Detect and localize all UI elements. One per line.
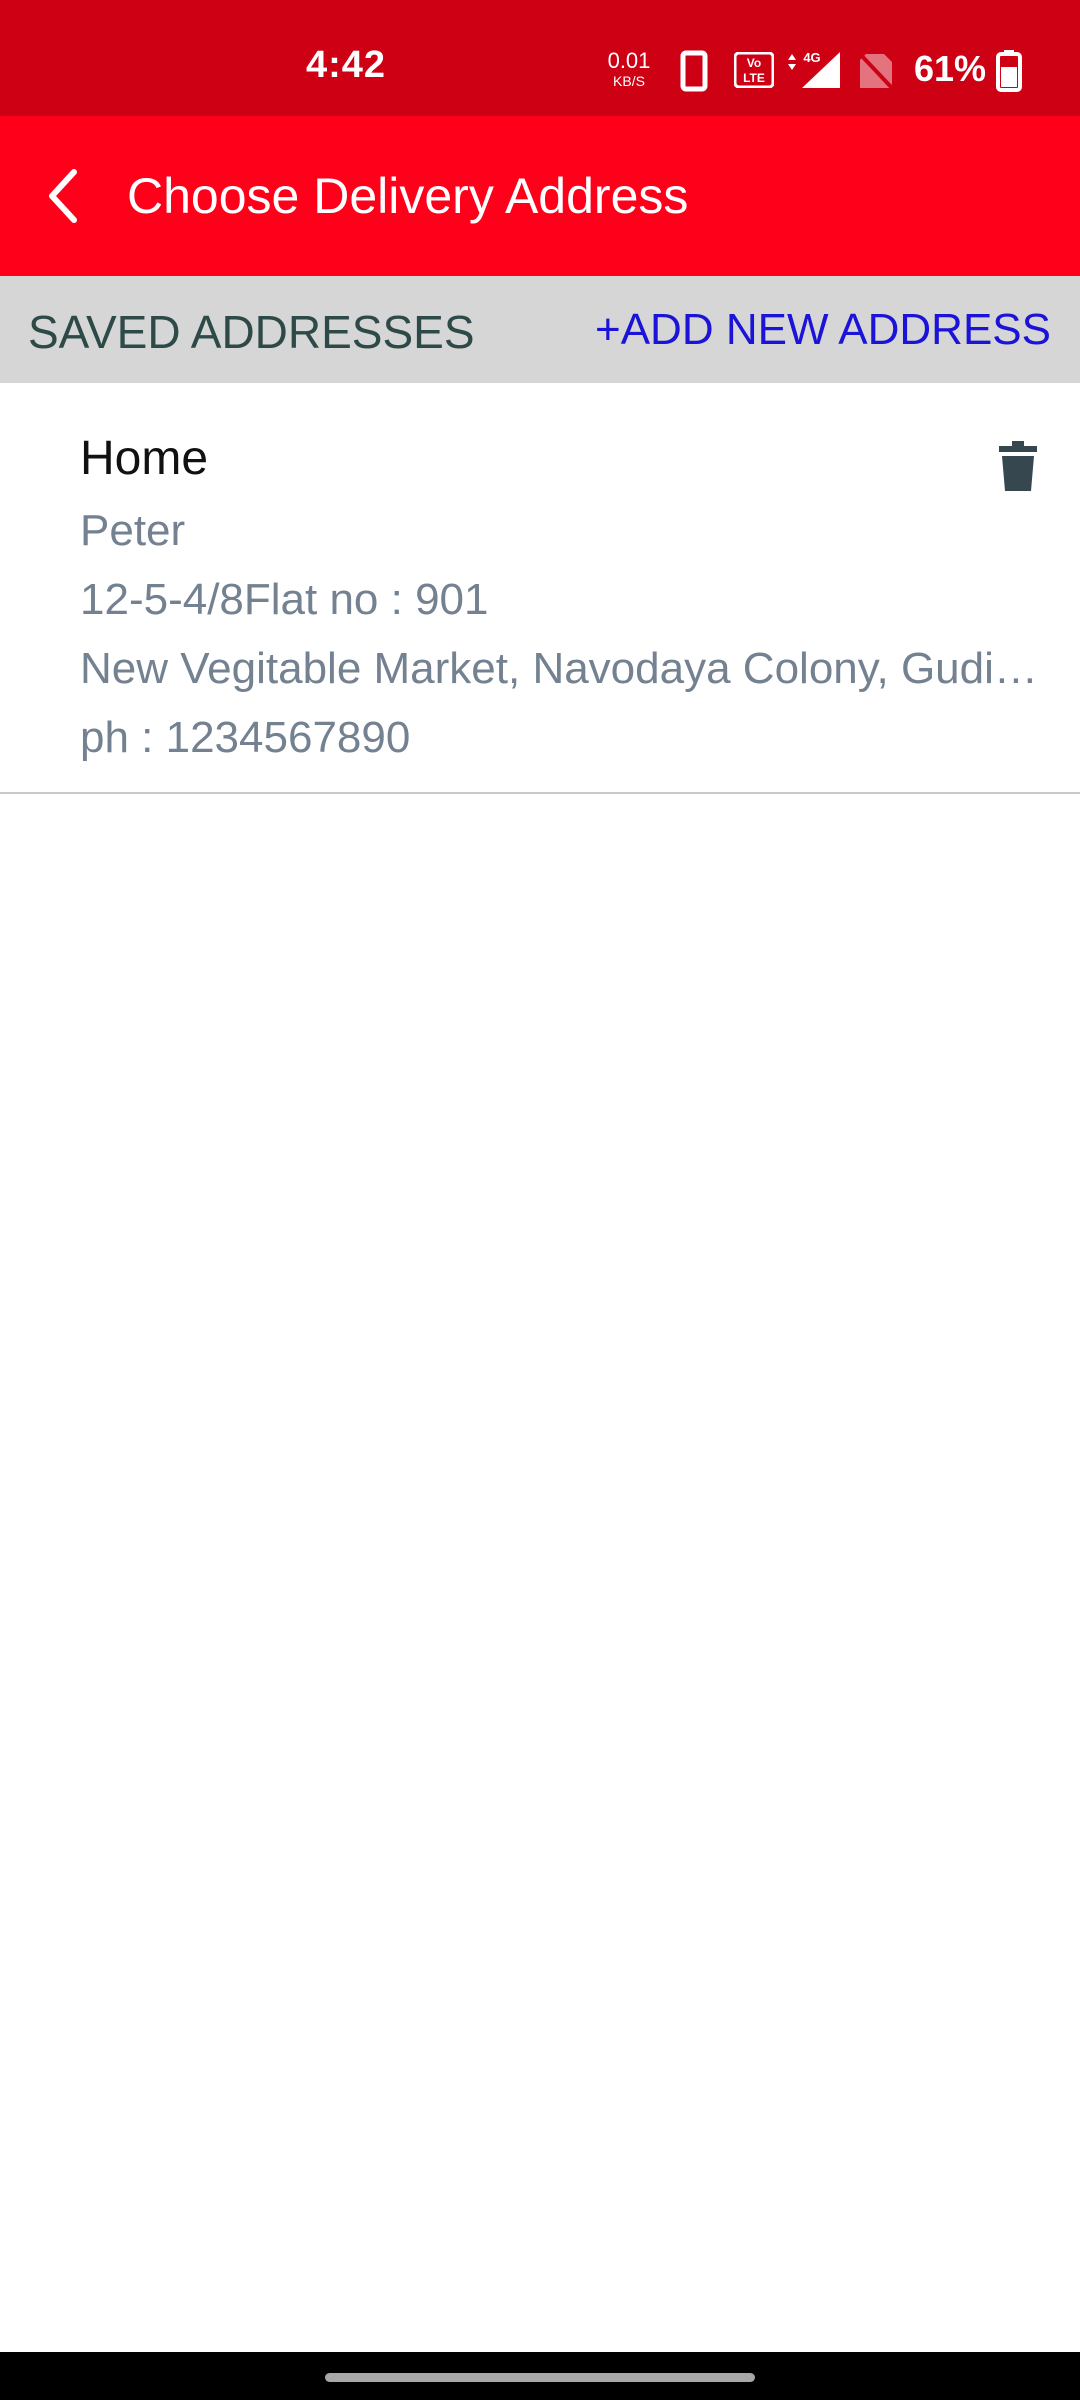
network-speed-indicator: 0.01 KB/S <box>604 48 654 89</box>
network-speed-unit: KB/S <box>613 73 645 89</box>
chevron-left-icon <box>49 169 77 223</box>
navigation-bar <box>0 2352 1080 2400</box>
saved-addresses-header: SAVED ADDRESSES +ADD NEW ADDRESS <box>0 276 1080 383</box>
address-line-2: New Vegitable Market, Navodaya Colony, G… <box>80 644 1062 693</box>
delete-address-button[interactable] <box>980 429 1056 505</box>
page-title: Choose Delivery Address <box>127 168 689 224</box>
section-title: SAVED ADDRESSES <box>28 306 475 358</box>
address-line-1: 12-5-4/8Flat no : 901 <box>80 575 489 624</box>
battery-icon <box>996 50 1022 92</box>
svg-text:4G: 4G <box>803 50 820 65</box>
no-sim-icon <box>858 52 894 90</box>
status-time: 4:42 <box>306 44 387 86</box>
cellular-4g-signal-icon: 4G <box>788 50 840 88</box>
add-new-address-button[interactable]: +ADD NEW ADDRESS <box>595 303 1051 357</box>
address-card[interactable]: Home Peter 12-5-4/8Flat no : 901 New Veg… <box>0 383 1080 794</box>
svg-text:Vo: Vo <box>747 56 761 70</box>
back-button[interactable] <box>20 152 108 240</box>
phone-vibrate-icon <box>680 50 708 92</box>
trash-icon <box>999 441 1037 491</box>
battery-percent: 61% <box>914 48 987 89</box>
status-bar: 4:42 0.01 KB/S Vo LTE 4G 61% <box>0 0 1080 116</box>
app-bar: Choose Delivery Address <box>0 116 1080 276</box>
svg-text:LTE: LTE <box>743 71 765 85</box>
network-speed-value: 0.01 <box>607 48 651 73</box>
address-phone: ph : 1234567890 <box>80 713 411 762</box>
home-gesture-handle[interactable] <box>325 2373 755 2382</box>
address-contact-name: Peter <box>80 506 186 555</box>
address-label: Home <box>80 432 209 485</box>
volte-icon: Vo LTE <box>734 52 774 88</box>
